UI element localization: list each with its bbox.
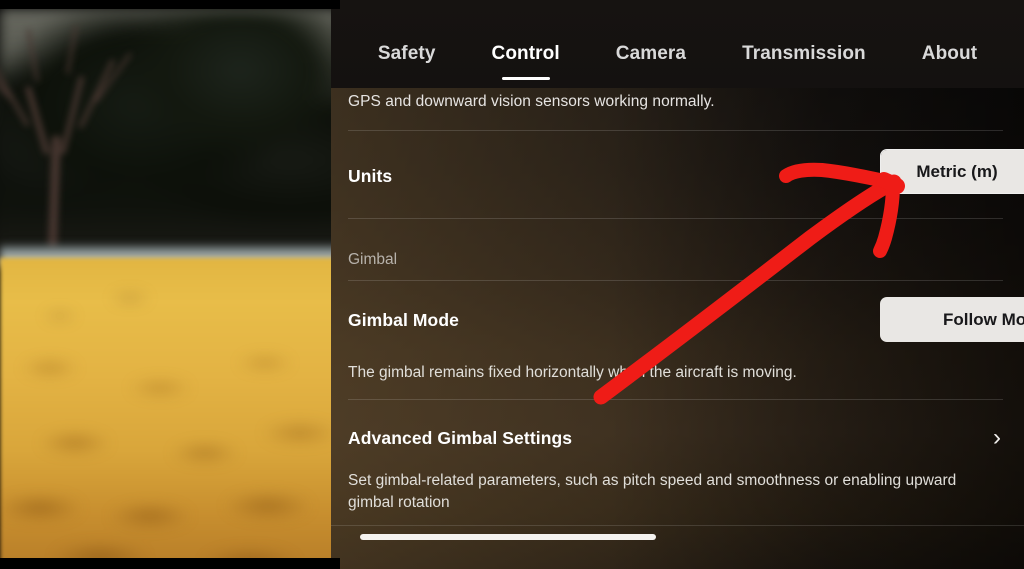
chevron-right-icon: › [993,424,1001,451]
bottom-divider [331,525,1024,526]
settings-tab-bar: Safety Control Camera Transmission About [331,0,1024,88]
advanced-gimbal-settings-label: Advanced Gimbal Settings [348,427,573,448]
advanced-gimbal-settings-row[interactable]: Advanced Gimbal Settings › [331,418,1024,458]
tab-about[interactable]: About [894,42,1005,66]
divider-above-gimbal-mode [348,280,1003,281]
tab-about-label: About [921,43,978,64]
gimbal-mode-option-follow[interactable]: Follow Mode [880,297,1024,342]
units-row-label: Units [348,165,393,186]
video-field-texture [0,258,340,569]
sensor-status-text: GPS and downward vision sensors working … [348,93,715,110]
gimbal-section-heading: Gimbal [348,251,398,268]
gimbal-mode-option-follow-label: Follow Mode [943,309,1024,329]
gimbal-mode-description: The gimbal remains fixed horizontally wh… [348,364,797,381]
tab-active-underline [501,77,550,80]
tab-camera[interactable]: Camera [588,42,714,66]
tab-control[interactable]: Control [464,42,588,80]
gimbal-mode-row-label: Gimbal Mode [348,309,459,330]
gimbal-mode-segmented-control[interactable]: Follow Mode FPV Mode [880,297,1024,342]
video-letterbox-bottom [0,558,340,569]
units-segmented-control[interactable]: Metric (m) Metric (km) Imperial [880,149,1024,194]
units-option-metric-m[interactable]: Metric (m) [881,150,1024,193]
tab-control-label: Control [491,43,560,64]
settings-content: GPS and downward vision sensors working … [331,88,1024,569]
app-screen: Safety Control Camera Transmission About [0,0,1024,569]
tab-transmission[interactable]: Transmission [714,42,894,66]
home-indicator[interactable] [360,534,656,540]
tab-safety-label: Safety [377,43,436,64]
tab-camera-label: Camera [615,43,687,64]
settings-panel: Safety Control Camera Transmission About [331,0,1024,569]
tab-safety[interactable]: Safety [350,42,464,66]
divider-above-advanced [348,399,1003,400]
advanced-gimbal-settings-description: Set gimbal-related parameters, such as p… [348,472,957,511]
divider-below-units [348,218,1003,219]
divider-above-units [348,130,1003,131]
video-letterbox-top [0,0,340,9]
video-bare-tree [0,16,136,249]
tab-transmission-label: Transmission [742,43,866,64]
drone-video-feed[interactable] [0,0,340,569]
units-option-metric-m-label: Metric (m) [916,161,998,181]
